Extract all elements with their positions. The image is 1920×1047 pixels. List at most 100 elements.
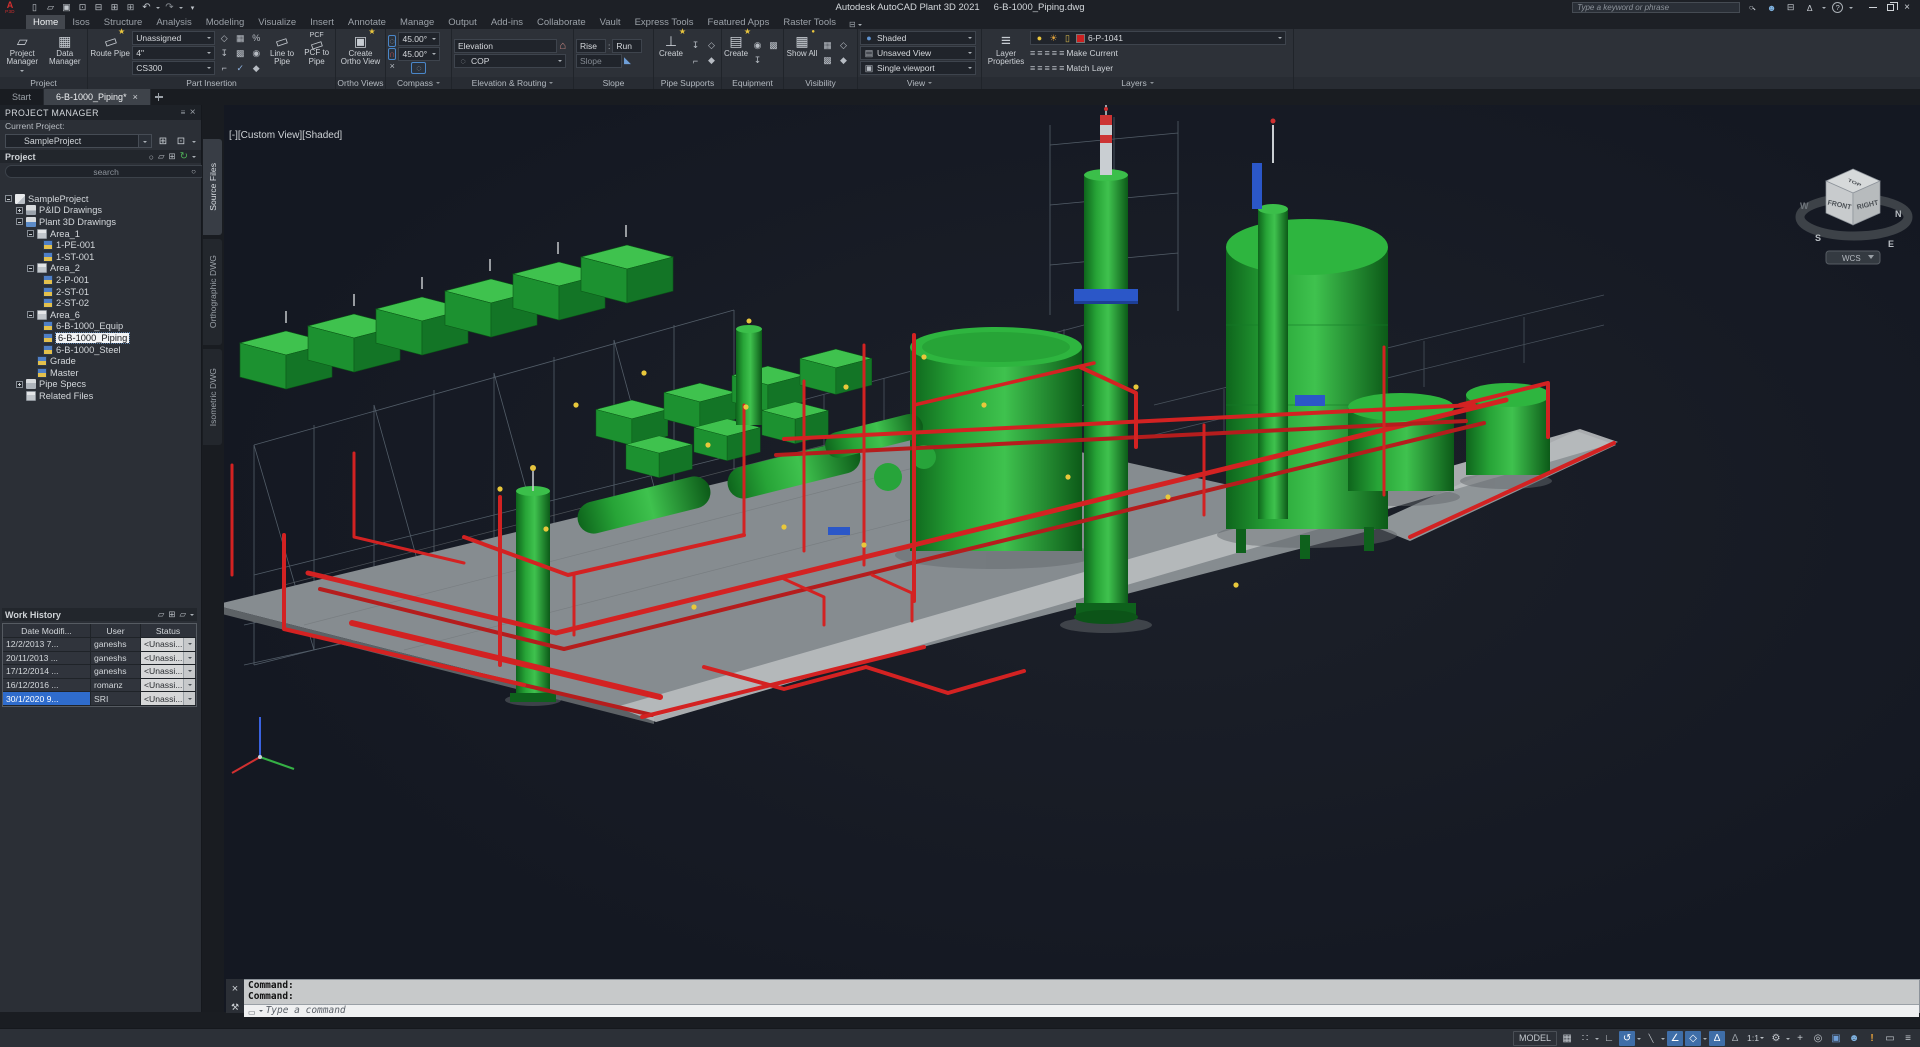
viewcube-east[interactable]: E	[1888, 239, 1894, 249]
project-manager-button[interactable]: Project Manager	[2, 30, 43, 76]
side-tab-source-files[interactable]: Source Files	[203, 139, 222, 235]
show-all-button[interactable]: Show All	[786, 30, 818, 76]
run-input[interactable]: Run	[612, 39, 642, 53]
tab-current-drawing[interactable]: 6-B-1000_Piping*	[44, 89, 151, 105]
tab-home[interactable]: Home	[26, 15, 65, 29]
tab-analysis[interactable]: Analysis	[149, 15, 198, 29]
hide-others-icon[interactable]	[836, 39, 851, 53]
stub-in-icon[interactable]	[217, 61, 232, 75]
polar-dropdown-icon[interactable]	[1637, 1038, 1641, 1042]
work-history-row-selected[interactable]: 30/1/2020 9...SRI <Unassi...	[3, 692, 196, 706]
command-icon[interactable]	[248, 1002, 256, 1020]
section-dropdown-icon[interactable]	[192, 156, 196, 160]
close-tab-icon[interactable]	[133, 92, 138, 102]
tree-item-area6[interactable]: Area_6	[0, 309, 201, 321]
col-date-modified[interactable]: Date Modifi...	[3, 624, 91, 637]
match-layer-button[interactable]: Match Layer	[1030, 61, 1286, 75]
palette-menu-icon[interactable]	[181, 108, 186, 117]
customize-qat-icon[interactable]	[186, 2, 199, 14]
tab-isos[interactable]: Isos	[65, 15, 96, 29]
pcf-to-pipe-button[interactable]: PCF PCF to Pipe	[300, 30, 333, 76]
tab-addins[interactable]: Add-ins	[484, 15, 530, 29]
project-search-input[interactable]	[5, 165, 207, 178]
routing-mode-select[interactable]: COP	[454, 54, 566, 68]
viewport-config-select[interactable]: Single viewport	[860, 61, 976, 75]
create-ortho-view-button[interactable]: Create Ortho View	[338, 30, 383, 76]
tab-output[interactable]: Output	[441, 15, 484, 29]
viewcube-north[interactable]: N	[1895, 209, 1902, 219]
tree-item-area2[interactable]: Area_2	[0, 263, 201, 275]
tab-visualize[interactable]: Visualize	[251, 15, 303, 29]
elevation-input[interactable]: Elevation	[454, 39, 557, 53]
command-input[interactable]	[266, 1005, 1915, 1016]
recent-commands-icon[interactable]	[259, 1010, 263, 1014]
object-snap-tracking-icon[interactable]	[1667, 1031, 1683, 1046]
wcs-button[interactable]: WCS	[1842, 254, 1861, 263]
custom-parts-icon[interactable]	[249, 31, 264, 45]
tree-item-2-p-001[interactable]: 2-P-001	[0, 274, 201, 286]
status-dropdown-icon[interactable]	[183, 638, 195, 651]
tree-search-icon[interactable]	[149, 152, 154, 162]
size-select[interactable]: 4"	[132, 46, 214, 60]
snap-dropdown-icon[interactable]	[1595, 1038, 1599, 1042]
graphics-performance-icon[interactable]	[1828, 1031, 1844, 1046]
plant-3d-model[interactable]: S E N W TOP FRONT RIGHT WCS	[224, 105, 1920, 1012]
tree-item-1-pe-001[interactable]: 1-PE-001	[0, 239, 201, 251]
wh-dropdown-icon[interactable]	[190, 614, 194, 618]
side-tab-isometric-dwg[interactable]: Isometric DWG	[203, 349, 222, 445]
annotation-visibility-icon[interactable]	[1709, 1031, 1725, 1046]
keyword-search-input[interactable]	[1572, 2, 1740, 13]
assign-tag-icon[interactable]	[217, 31, 232, 45]
tree-item-6-b-1000-steel[interactable]: 6-B-1000_Steel	[0, 344, 201, 356]
plot-icon[interactable]	[92, 2, 105, 14]
viewport-corner-label[interactable]: [-][Custom View][Shaded]	[229, 130, 342, 141]
tree-item-plant3d-drawings[interactable]: Plant 3D Drawings	[0, 216, 201, 228]
named-view-select[interactable]: Unsaved View	[860, 46, 976, 60]
tree-item-6-b-1000-equip[interactable]: 6-B-1000_Equip	[0, 321, 201, 333]
tree-item-area1[interactable]: Area_1	[0, 228, 201, 240]
wh-report-icon[interactable]	[158, 609, 165, 620]
workspace-dropdown-icon[interactable]	[1786, 1038, 1790, 1042]
tab-featured-apps[interactable]: Featured Apps	[701, 15, 777, 29]
compass-toggle-icon[interactable]	[388, 35, 396, 47]
viewcube-south[interactable]: S	[1815, 233, 1821, 243]
spec-select[interactable]: Unassigned	[132, 31, 214, 45]
help-icon[interactable]	[1832, 2, 1843, 13]
make-current-button[interactable]: Make Current	[1030, 46, 1286, 60]
tree-item-master[interactable]: Master	[0, 367, 201, 379]
route-pipe-button[interactable]: Route Pipe	[90, 30, 130, 76]
elevation-home-icon[interactable]	[559, 40, 566, 52]
visual-style-select[interactable]: Shaded	[860, 31, 976, 45]
hide-selected-icon[interactable]	[820, 39, 835, 53]
status-dropdown-icon[interactable]	[183, 652, 195, 665]
ortho-toggle-icon[interactable]	[1601, 1031, 1617, 1046]
help-dropdown-icon[interactable]	[1849, 7, 1853, 11]
work-history-row[interactable]: 17/12/2014 ...ganeshs <Unassi...	[3, 665, 196, 679]
tree-item-6-b-1000-piping[interactable]: 6-B-1000_Piping	[0, 332, 201, 344]
save-as-icon[interactable]	[76, 2, 89, 14]
object-snap-icon[interactable]	[1685, 1031, 1701, 1046]
copy-report-icon[interactable]	[174, 136, 188, 147]
print-icon[interactable]	[124, 2, 137, 14]
snap-magnet-toggle-icon[interactable]	[388, 48, 396, 60]
support-lock-icon[interactable]	[704, 54, 719, 68]
annotation-autoscale-icon[interactable]	[1727, 1031, 1743, 1046]
viewcube[interactable]: S E N W TOP FRONT RIGHT WCS	[1800, 169, 1908, 264]
support-edit-icon[interactable]	[688, 54, 703, 68]
compass-snap-icon[interactable]	[411, 62, 426, 74]
polar-tracking-icon[interactable]	[1619, 1031, 1635, 1046]
tree-item-pid-drawings[interactable]: P&ID Drawings	[0, 205, 201, 217]
status-dropdown-icon[interactable]	[183, 692, 195, 705]
model-space-button[interactable]: MODEL	[1513, 1031, 1557, 1046]
tree-item-sampleproject[interactable]: SampleProject	[0, 193, 201, 205]
pipe-settings-icon[interactable]	[233, 46, 248, 60]
new-file-icon[interactable]	[28, 2, 41, 14]
status-menu-icon[interactable]	[1900, 1031, 1916, 1046]
tab-start[interactable]: Start	[0, 89, 44, 105]
tab-express-tools[interactable]: Express Tools	[628, 15, 701, 29]
transfer-icon[interactable]	[108, 2, 121, 14]
slope-icon[interactable]	[624, 55, 631, 66]
open-file-icon[interactable]	[44, 2, 57, 14]
trusted-source-icon[interactable]	[1846, 1031, 1862, 1046]
tab-annotate[interactable]: Annotate	[341, 15, 393, 29]
